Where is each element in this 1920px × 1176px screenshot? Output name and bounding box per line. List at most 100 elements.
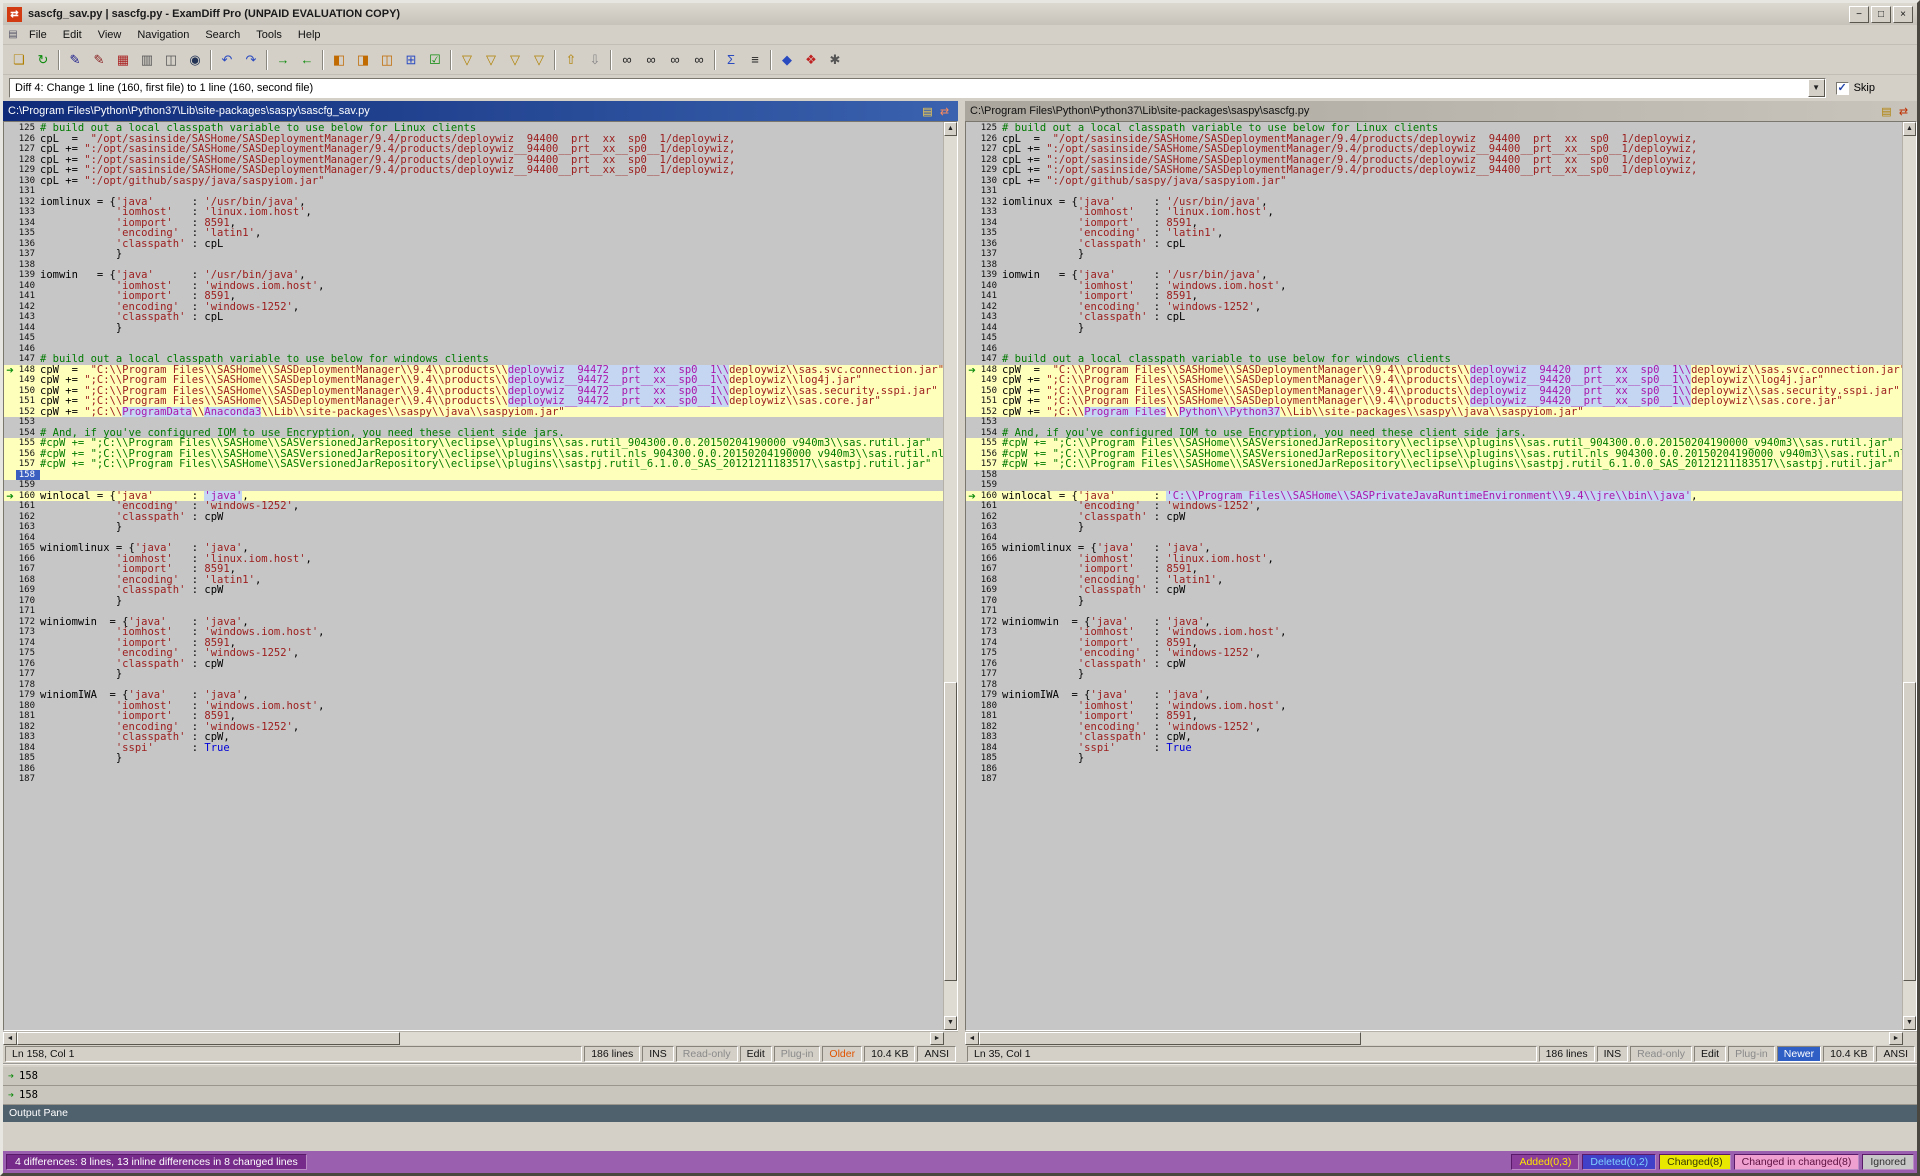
code-segment: ProgramData [122,407,192,418]
save-button[interactable]: ▦ [111,48,135,71]
left-open-file-icon[interactable]: ▤ [919,105,936,118]
right-edit-indicator[interactable]: Edit [1694,1046,1726,1062]
current-diff-combobox[interactable]: Diff 4: Change 1 line (160, first file) … [9,78,1826,98]
right-hscroll-track[interactable] [979,1032,1889,1045]
right-vscrollbar[interactable]: ▲ ▼ [1902,122,1916,1030]
code-segment: \\Lib\\site-packages\\saspy\\java\\saspy… [261,407,564,418]
skip-checkbox[interactable]: ✓ [1836,82,1849,95]
undo-button[interactable]: ↶ [215,48,239,71]
right-pane-header[interactable]: C:\Program Files\Python\Python37\Lib\sit… [965,101,1917,121]
code-line: 150cpW += ";C:\\Program Files\\SASHome\\… [966,386,1902,397]
left-edit-indicator[interactable]: Edit [740,1046,772,1062]
left-scroll-left-icon[interactable]: ◄ [3,1032,17,1045]
left-scroll-right-icon[interactable]: ► [930,1032,944,1045]
options-button[interactable]: ✱ [823,48,847,71]
right-file-size: 10.4 KB [1823,1046,1874,1062]
code-line: 139iomwin = {'java' : '/usr/bin/java', [4,270,943,281]
code-line: 156#cpW += ";C:\\Program Files\\SASHome\… [966,449,1902,460]
marker-gutter [966,480,978,491]
right-editor[interactable]: 125# build out a local classpath variabl… [965,121,1917,1031]
menu-tools[interactable]: Tools [248,27,290,43]
titlebar[interactable]: ⇄ sascfg_sav.py | sascfg.py - ExamDiff P… [3,3,1917,25]
left-file-actions-icon[interactable]: ⇄ [936,105,953,118]
filter-added-button[interactable]: ▽ [455,48,479,71]
view-split-button[interactable]: ◫ [375,48,399,71]
redo-button[interactable]: ↷ [239,48,263,71]
left-vscroll-track[interactable] [944,136,957,1016]
menu-help[interactable]: Help [290,27,329,43]
edit-first-file-button[interactable]: ✎ [63,48,87,71]
view-second-only-button[interactable]: ◨ [351,48,375,71]
code-segment: "/opt/sasinside/SASHome/SASDeploymentMan… [91,134,736,145]
next-diff-button[interactable]: ⇩ [583,48,607,71]
right-scroll-right-icon[interactable]: ► [1889,1032,1903,1045]
recompare-button[interactable]: ↻ [31,48,55,71]
filter-deleted-button[interactable]: ▽ [479,48,503,71]
restore-button[interactable]: □ [1871,6,1891,23]
line-number: 153 [978,417,1002,428]
prev-diff-button[interactable]: ⇧ [559,48,583,71]
right-vscroll-track[interactable] [1903,136,1916,1016]
main-statusbar: 4 differences: 8 lines, 13 inline differ… [3,1151,1917,1173]
filter-ignored-button[interactable]: ▽ [527,48,551,71]
go-prev-button[interactable]: ← [295,48,319,71]
plugins-button[interactable]: ◆ [775,48,799,71]
output-pane-caption[interactable]: Output Pane [3,1105,1917,1122]
left-vscroll-thumb[interactable] [944,682,957,981]
code-segment: , [306,207,312,218]
find-last-diff-button[interactable]: ∞ [687,48,711,71]
left-scroll-up-icon[interactable]: ▲ [944,122,957,136]
menu-edit[interactable]: Edit [55,27,90,43]
code-segment: } [40,753,122,764]
right-scroll-down-icon[interactable]: ▼ [1903,1016,1916,1030]
pane-splitter[interactable] [958,101,965,1063]
code-segment: 'iomhost' [116,281,173,292]
compare-button[interactable]: ❏ [7,48,31,71]
right-hscrollbar[interactable]: ◄ ► [965,1031,1917,1045]
print-button[interactable]: ▥ [135,48,159,71]
left-hscroll-track[interactable] [17,1032,930,1045]
code-segment: : [1116,197,1167,208]
left-editor[interactable]: 125# build out a local classpath variabl… [3,121,958,1031]
colors-button[interactable]: ❖ [799,48,823,71]
find-first-diff-button[interactable]: ∞ [615,48,639,71]
edit-second-file-button[interactable]: ✎ [87,48,111,71]
view-first-only-button[interactable]: ◧ [327,48,351,71]
statistics-button[interactable]: Σ [719,48,743,71]
minimize-button[interactable]: − [1849,6,1869,23]
menu-search[interactable]: Search [197,27,248,43]
find-prev-diff-button[interactable]: ∞ [639,48,663,71]
left-vscrollbar[interactable]: ▲ ▼ [943,122,957,1030]
code-segment: # build out a local classpath variable t… [40,354,489,365]
code-segment [40,711,116,722]
line-number: 173 [978,627,1002,638]
left-hscrollbar[interactable]: ◄ ► [3,1031,958,1045]
go-next-button[interactable]: → [271,48,295,71]
menu-file[interactable]: File [21,27,55,43]
filter-changed-button[interactable]: ▽ [503,48,527,71]
menu-navigation[interactable]: Navigation [129,27,197,43]
show-options-button[interactable]: ☑ [423,48,447,71]
left-scroll-down-icon[interactable]: ▼ [944,1016,957,1030]
right-file-actions-icon[interactable]: ⇄ [1895,105,1912,118]
table-view-button[interactable]: ⊞ [399,48,423,71]
code-segment: cpW = [40,365,91,376]
left-pane-header[interactable]: C:\Program Files\Python\Python37\Lib\sit… [3,101,958,121]
menu-view[interactable]: View [90,27,130,43]
list-report-button[interactable]: ≡ [743,48,767,71]
right-scroll-up-icon[interactable]: ▲ [1903,122,1916,136]
find-next-diff-button[interactable]: ∞ [663,48,687,71]
code-line: ➔160winlocal = {'java' : 'java', [4,491,943,502]
print-preview-button[interactable]: ◫ [159,48,183,71]
left-hscroll-thumb[interactable] [17,1032,400,1045]
right-vscroll-thumb[interactable] [1903,682,1916,981]
marker-gutter [4,722,16,733]
code-line: 126cpL = "/opt/sasinside/SASHome/SASDepl… [4,134,943,145]
close-button[interactable]: × [1893,6,1913,23]
find-button[interactable]: ◉ [183,48,207,71]
combo-dropdown-icon[interactable]: ▼ [1808,79,1825,97]
marker-gutter [4,312,16,323]
right-open-file-icon[interactable]: ▤ [1878,105,1895,118]
right-scroll-left-icon[interactable]: ◄ [965,1032,979,1045]
right-hscroll-thumb[interactable] [979,1032,1361,1045]
